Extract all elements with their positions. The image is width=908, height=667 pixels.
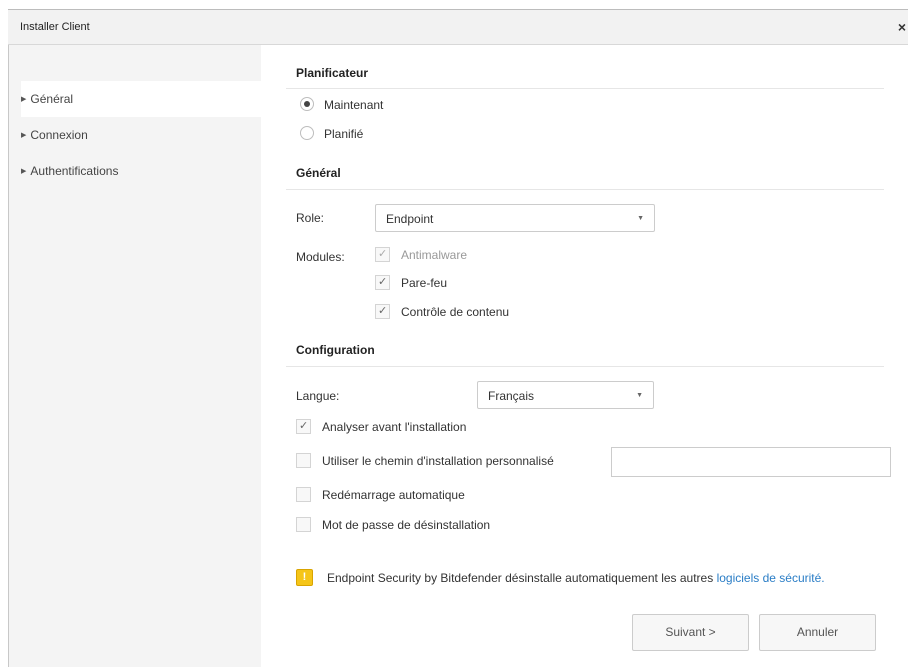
caret-down-icon: ▼ bbox=[637, 215, 644, 222]
notice-text: Endpoint Security by Bitdefender désinst… bbox=[327, 571, 825, 585]
next-button[interactable]: Suivant > bbox=[632, 614, 749, 651]
triangle-right-icon: ▶ bbox=[21, 96, 27, 103]
section-heading-general: Général bbox=[296, 166, 341, 180]
sidebar: ▶ Général ▶ Connexion ▶ Authentifications bbox=[9, 45, 261, 667]
checkbox-uninstall-password-label: Mot de passe de désinstallation bbox=[322, 518, 491, 532]
sidebar-item-general[interactable]: ▶ Général bbox=[21, 81, 261, 117]
checkbox-custom-path[interactable] bbox=[296, 453, 311, 468]
radio-scheduled[interactable] bbox=[300, 126, 314, 140]
caret-down-icon: ▼ bbox=[636, 392, 643, 399]
security-software-link[interactable]: logiciels de sécurité. bbox=[717, 571, 825, 585]
checkbox-auto-restart[interactable] bbox=[296, 487, 311, 502]
role-select[interactable]: Endpoint ▼ bbox=[375, 204, 655, 232]
cancel-button[interactable]: Annuler bbox=[759, 614, 876, 651]
role-select-value: Endpoint bbox=[386, 212, 434, 226]
checkbox-scan-before-install-label: Analyser avant l'installation bbox=[322, 420, 467, 434]
check-icon: ✓ bbox=[299, 420, 309, 432]
checkbox-custom-path-label: Utiliser le chemin d'installation person… bbox=[322, 454, 554, 468]
modules-label: Modules: bbox=[296, 250, 345, 264]
custom-path-input[interactable] bbox=[611, 447, 891, 477]
radio-now-label: Maintenant bbox=[324, 98, 384, 112]
divider bbox=[286, 88, 884, 89]
checkbox-firewall-label: Pare-feu bbox=[401, 276, 448, 290]
checkbox-uninstall-password[interactable] bbox=[296, 517, 311, 532]
triangle-right-icon: ▶ bbox=[21, 132, 27, 139]
checkbox-antimalware[interactable]: ✓ bbox=[375, 247, 390, 262]
section-heading-configuration: Configuration bbox=[296, 343, 375, 357]
radio-scheduled-label: Planifié bbox=[324, 127, 364, 141]
sidebar-item-connexion[interactable]: ▶ Connexion bbox=[21, 117, 261, 153]
close-icon[interactable]: × bbox=[898, 19, 906, 35]
check-icon: ✓ bbox=[378, 276, 388, 288]
checkbox-scan-before-install[interactable]: ✓ bbox=[296, 419, 311, 434]
sidebar-item-label: Général bbox=[30, 92, 74, 106]
title-bar: Installer Client × bbox=[8, 9, 908, 45]
checkbox-firewall[interactable]: ✓ bbox=[375, 275, 390, 290]
checkbox-auto-restart-label: Redémarrage automatique bbox=[322, 488, 465, 502]
sidebar-item-label: Connexion bbox=[30, 128, 88, 142]
triangle-right-icon: ▶ bbox=[21, 168, 27, 175]
language-label: Langue: bbox=[296, 389, 340, 403]
sidebar-item-label: Authentifications bbox=[30, 164, 119, 178]
divider bbox=[286, 366, 884, 367]
language-select-value: Français bbox=[488, 389, 535, 403]
window-title: Installer Client bbox=[20, 21, 90, 33]
section-heading-scheduler: Planificateur bbox=[296, 66, 369, 80]
sidebar-item-authentifications[interactable]: ▶ Authentifications bbox=[21, 153, 261, 189]
check-icon: ✓ bbox=[378, 248, 388, 260]
checkbox-content-control[interactable]: ✓ bbox=[375, 304, 390, 319]
language-select[interactable]: Français ▼ bbox=[477, 381, 654, 409]
warning-icon: ! bbox=[296, 569, 313, 586]
checkbox-antimalware-label: Antimalware bbox=[401, 248, 468, 262]
divider bbox=[286, 189, 884, 190]
checkbox-content-control-label: Contrôle de contenu bbox=[401, 305, 510, 319]
role-label: Role: bbox=[296, 211, 325, 225]
check-icon: ✓ bbox=[378, 305, 388, 317]
radio-now[interactable] bbox=[300, 97, 314, 111]
notice-message: Endpoint Security by Bitdefender désinst… bbox=[327, 571, 717, 585]
